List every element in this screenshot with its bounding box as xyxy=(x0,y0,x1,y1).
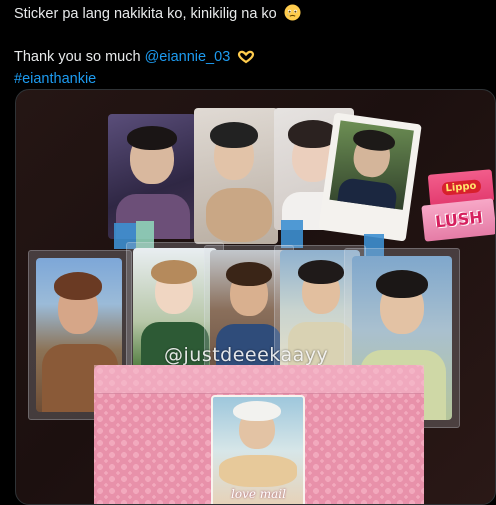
photocard-6-hair xyxy=(226,262,272,286)
envelope-photocard: love mail xyxy=(211,395,305,504)
tweet-line-1-text: Sticker pa lang nakikita ko, kinikilig n… xyxy=(14,6,277,22)
photocard-2-hair xyxy=(210,122,258,148)
photocard-7-hair xyxy=(298,260,344,284)
photocard-2-teddy xyxy=(206,188,272,242)
photocard-4-hair xyxy=(54,272,102,300)
tape-3 xyxy=(281,220,303,248)
polaroid xyxy=(318,112,422,242)
photocard-5-hair xyxy=(151,260,197,284)
tweet-photo[interactable]: Lippo LUSH @justdeeekaayy love mail xyxy=(15,89,496,505)
photocard-8-hair xyxy=(376,270,428,298)
envelope-hat xyxy=(233,401,281,421)
tweet-line-2: Thank you so much @eiannie_03 xyxy=(14,48,484,70)
polaroid-shirt xyxy=(337,176,399,209)
mention-link[interactable]: @eiannie_03 xyxy=(145,49,231,65)
mailer-flap xyxy=(94,365,424,394)
polaroid-image xyxy=(329,120,414,210)
hashtag-link[interactable]: #eianthankie xyxy=(14,71,96,87)
tweet-line-2-text: Thank you so much xyxy=(14,49,145,65)
face-holding-back-tears-icon xyxy=(284,4,301,27)
candy-lush: LUSH xyxy=(421,198,495,242)
candy-lippo-label: Lippo xyxy=(440,179,481,196)
heart-hands-icon xyxy=(237,50,255,70)
tweet-text: Sticker pa lang nakikita ko, kinikilig n… xyxy=(14,4,484,89)
photocard-1-hair xyxy=(127,126,177,150)
envelope-puppies xyxy=(219,455,297,487)
photo-watermark: @justdeeekaayy xyxy=(164,344,329,366)
tweet-line-1: Sticker pa lang nakikita ko, kinikilig n… xyxy=(14,4,484,27)
tweet-line-3: #eianthankie xyxy=(14,70,484,89)
envelope-label: love mail xyxy=(231,487,286,501)
pink-bubble-mailer: love mail xyxy=(94,365,424,504)
candy-lush-label: LUSH xyxy=(434,207,484,232)
photocard-2 xyxy=(194,108,278,244)
